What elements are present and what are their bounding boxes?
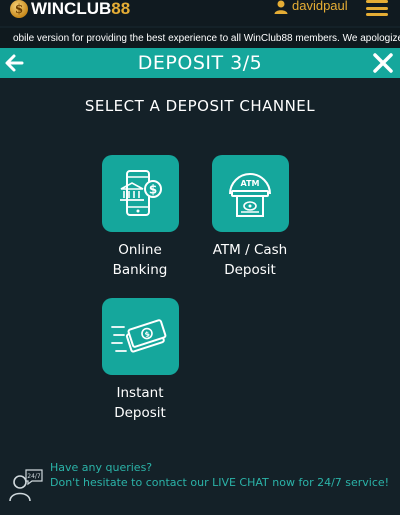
help-message[interactable]: Don't hesitate to contact our LIVE CHAT … (50, 475, 390, 490)
live-chat-help[interactable]: 24/7 Have any queries? Don't hesitate to… (8, 460, 398, 510)
brand-name: WINCLUB88 (31, 0, 131, 18)
channel-label: ATM / Cash Deposit (212, 242, 288, 278)
svg-text:$: $ (149, 182, 157, 196)
channel-label: Online Banking (112, 242, 168, 278)
top-bar: $ WINCLUB88 davidpaul (0, 0, 400, 26)
svg-text:ATM: ATM (241, 179, 260, 188)
menu-button[interactable] (366, 0, 388, 16)
back-arrow-icon[interactable] (4, 52, 24, 74)
announcement-text: obile version for providing the best exp… (13, 32, 400, 44)
section-title: SELECT A DEPOSIT CHANNEL (84, 97, 316, 115)
page-header: DEPOSIT 3/5 (0, 48, 400, 78)
close-icon[interactable] (372, 52, 394, 74)
user-icon (274, 0, 288, 14)
channel-instant-deposit[interactable]: $ Instant Deposit (85, 298, 195, 423)
coin-icon: $ (10, 0, 28, 18)
atm-icon: ATM (229, 172, 271, 217)
announcement-marquee: obile version for providing the best exp… (0, 28, 400, 48)
channel-online-banking[interactable]: $ Online Banking (85, 155, 195, 280)
page-title: DEPOSIT 3/5 (137, 52, 263, 74)
help-text: Have any queries? Don't hesitate to cont… (50, 460, 390, 490)
username: davidpaul (292, 0, 348, 13)
channel-label: Instant Deposit (114, 385, 166, 421)
user-account[interactable]: davidpaul (274, 0, 348, 14)
online-banking-tile[interactable]: $ (101, 155, 179, 232)
channel-atm-cash-deposit[interactable]: ATM ATM / Cash Deposit (195, 155, 305, 280)
support-agent-icon: 24/7 (9, 469, 43, 502)
brand-logo[interactable]: $ WINCLUB88 (10, 0, 130, 18)
help-question: Have any queries? (50, 461, 153, 474)
svg-text:24/7: 24/7 (27, 473, 41, 480)
instant-deposit-icon: $ (111, 318, 167, 353)
online-banking-icon: $ (120, 169, 162, 216)
atm-tile[interactable]: ATM (211, 155, 289, 232)
instant-deposit-tile[interactable]: $ (101, 298, 179, 375)
